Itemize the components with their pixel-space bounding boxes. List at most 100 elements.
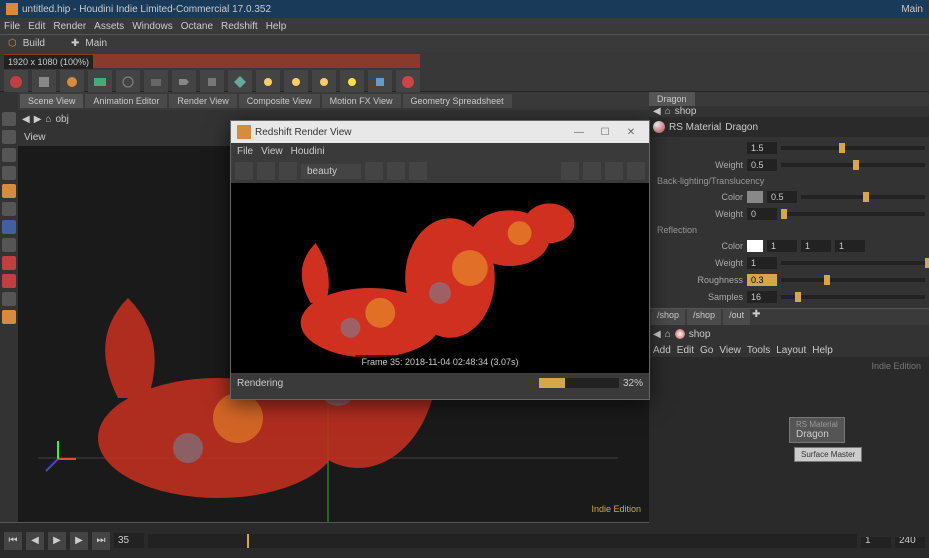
refl-color-val[interactable]: 1: [767, 240, 797, 252]
color-swatch[interactable]: [747, 191, 763, 203]
tool-scale[interactable]: [2, 166, 16, 180]
param-home-icon[interactable]: ⌂: [665, 106, 671, 117]
current-frame[interactable]: 35: [114, 533, 144, 548]
param-weight1[interactable]: 0.5: [747, 159, 777, 171]
prev-frame-button[interactable]: ◀: [26, 532, 44, 550]
tab-motionfx[interactable]: Motion FX View: [322, 94, 401, 108]
shelf-onoff-icon[interactable]: [116, 70, 140, 94]
menu-edit[interactable]: Edit: [28, 21, 45, 32]
tool-inspect[interactable]: [2, 292, 16, 306]
net-tab-3[interactable]: /out: [723, 309, 750, 325]
net-menu-view[interactable]: View: [719, 345, 741, 356]
timeline-track[interactable]: [148, 534, 857, 548]
rw-opt3-button[interactable]: [605, 162, 623, 180]
shelf-rslight-icon[interactable]: [256, 70, 280, 94]
home-icon[interactable]: ⌂: [45, 114, 51, 125]
net-menu-add[interactable]: Add: [653, 345, 671, 356]
tool-select[interactable]: [2, 112, 16, 126]
rw-menu-houdini[interactable]: Houdini: [291, 146, 325, 157]
shelf-rslight3-icon[interactable]: [312, 70, 336, 94]
shelf-rslightsun-icon[interactable]: [340, 70, 364, 94]
build-label[interactable]: Build: [23, 38, 45, 49]
render-viewport[interactable]: Frame 35: 2018-11-04 02:48:34 (3.07s): [231, 183, 649, 373]
play-button[interactable]: ▶: [48, 532, 66, 550]
net-context[interactable]: shop: [689, 329, 711, 340]
close-button[interactable]: ✕: [619, 124, 643, 140]
param-context[interactable]: shop: [675, 106, 697, 117]
param-tab[interactable]: Dragon: [649, 92, 695, 106]
roughness-slider[interactable]: [781, 278, 925, 282]
tab-animation[interactable]: Animation Editor: [85, 94, 167, 108]
shelf-about-icon[interactable]: [396, 70, 420, 94]
samples-slider[interactable]: [781, 295, 925, 299]
shelf-options-icon[interactable]: [32, 70, 56, 94]
net-tab-2[interactable]: /shop: [687, 309, 721, 325]
menu-file[interactable]: File: [4, 21, 20, 32]
node-surface[interactable]: Surface Master: [794, 447, 862, 462]
last-frame-button[interactable]: ⏭: [92, 532, 110, 550]
net-menu-layout[interactable]: Layout: [776, 345, 806, 356]
net-menu-go[interactable]: Go: [700, 345, 713, 356]
refl-weight-val[interactable]: 1: [747, 257, 777, 269]
samples-val[interactable]: 16: [747, 291, 777, 303]
shelf-proxy-icon[interactable]: [228, 70, 252, 94]
path-context[interactable]: obj: [55, 114, 68, 125]
net-home-icon[interactable]: ⌂: [665, 329, 671, 340]
shelf-opparms-icon[interactable]: [200, 70, 224, 94]
network-view[interactable]: Indie Edition RS Material Dragon Surface…: [649, 357, 929, 537]
net-menu-edit[interactable]: Edit: [677, 345, 694, 356]
rw-menu-file[interactable]: File: [237, 146, 253, 157]
render-window-titlebar[interactable]: Redshift Render View — ☐ ✕: [231, 121, 649, 143]
rw-stop-button[interactable]: [257, 162, 275, 180]
shelf-rslighties-icon[interactable]: [284, 70, 308, 94]
refl-weight-slider[interactable]: [781, 261, 925, 265]
add-tab-icon[interactable]: ✚: [752, 309, 760, 325]
node-dragon[interactable]: RS Material Dragon: [789, 417, 845, 443]
tool-handle[interactable]: [2, 184, 16, 198]
rw-ipr-button[interactable]: [279, 162, 297, 180]
next-frame-button[interactable]: ▶: [70, 532, 88, 550]
maximize-button[interactable]: ☐: [593, 124, 617, 140]
menu-render[interactable]: Render: [53, 21, 86, 32]
net-menu-tools[interactable]: Tools: [747, 345, 770, 356]
menu-redshift[interactable]: Redshift: [221, 21, 258, 32]
param-back-icon[interactable]: ◀: [653, 106, 661, 117]
aov-select[interactable]: beauty: [301, 164, 361, 179]
rw-snapshot-button[interactable]: [387, 162, 405, 180]
tool-render[interactable]: [2, 256, 16, 270]
menu-octane[interactable]: Octane: [181, 21, 213, 32]
nav-fwd-icon[interactable]: ▶: [34, 114, 42, 125]
tool-rotate[interactable]: [2, 148, 16, 162]
rw-opt2-button[interactable]: [583, 162, 601, 180]
param-value1-slider[interactable]: [781, 146, 925, 150]
shelf-camparms-icon[interactable]: [172, 70, 196, 94]
color-slider[interactable]: [801, 195, 925, 199]
tab-geo-spreadsheet[interactable]: Geometry Spreadsheet: [403, 94, 512, 108]
menu-windows[interactable]: Windows: [132, 21, 173, 32]
tool-brush[interactable]: [2, 202, 16, 216]
tool-light[interactable]: [2, 310, 16, 324]
roughness-val[interactable]: 0.3: [747, 274, 777, 286]
net-menu-help[interactable]: Help: [812, 345, 833, 356]
shelf-render-icon[interactable]: [4, 70, 28, 94]
rw-menu-view[interactable]: View: [261, 146, 283, 157]
param-weight1-slider[interactable]: [781, 163, 925, 167]
refl-color-swatch[interactable]: [747, 240, 763, 252]
weight-val[interactable]: 0: [747, 208, 777, 220]
param-value1[interactable]: 1.5: [747, 142, 777, 154]
shelf-rslightportal-icon[interactable]: [368, 70, 392, 94]
rw-render-button[interactable]: [235, 162, 253, 180]
rw-save-button[interactable]: [409, 162, 427, 180]
tool-move[interactable]: [2, 130, 16, 144]
tool-region[interactable]: [2, 274, 16, 288]
shelf-ipr-icon[interactable]: [60, 70, 84, 94]
tab-scene-view[interactable]: Scene View: [20, 94, 83, 108]
net-tab-1[interactable]: /shop: [651, 309, 685, 325]
rw-lock-icon[interactable]: [365, 162, 383, 180]
menu-assets[interactable]: Assets: [94, 21, 124, 32]
rw-opt1-button[interactable]: [561, 162, 579, 180]
color-val[interactable]: 0.5: [767, 191, 797, 203]
tool-view[interactable]: [2, 238, 16, 252]
minimize-button[interactable]: —: [567, 124, 591, 140]
main-desktop[interactable]: Main: [85, 38, 107, 49]
